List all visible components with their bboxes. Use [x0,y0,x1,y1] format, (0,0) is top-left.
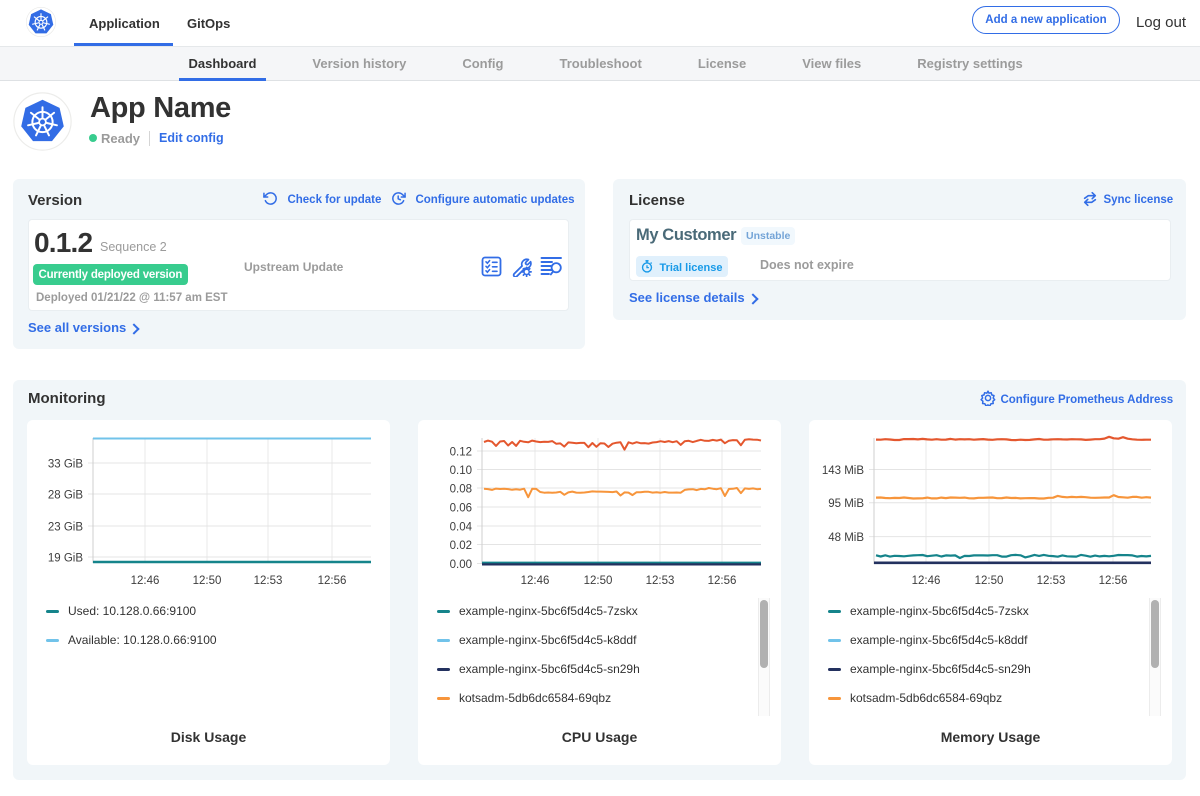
svg-text:23 GiB: 23 GiB [48,522,83,534]
svg-text:12:46: 12:46 [521,575,550,587]
svg-text:12:53: 12:53 [254,575,283,587]
svg-text:0.00: 0.00 [450,559,472,571]
svg-text:12:56: 12:56 [318,575,347,587]
svg-text:0.10: 0.10 [450,465,472,477]
svg-text:19 GiB: 19 GiB [48,553,83,565]
svg-text:0.12: 0.12 [450,447,472,459]
svg-text:12:46: 12:46 [131,575,160,587]
svg-text:12:56: 12:56 [708,575,737,587]
svg-text:95 MiB: 95 MiB [828,498,864,510]
svg-text:48 MiB: 48 MiB [828,532,864,544]
svg-text:0.06: 0.06 [450,503,472,515]
svg-text:12:53: 12:53 [646,575,675,587]
svg-text:33 GiB: 33 GiB [48,459,83,471]
svg-text:12:50: 12:50 [193,575,222,587]
svg-text:12:50: 12:50 [584,575,613,587]
svg-text:28 GiB: 28 GiB [48,490,83,502]
svg-text:12:46: 12:46 [912,575,941,587]
svg-text:12:53: 12:53 [1037,575,1066,587]
svg-text:0.02: 0.02 [450,540,472,552]
svg-text:143 MiB: 143 MiB [822,465,865,477]
svg-text:12:50: 12:50 [975,575,1004,587]
svg-text:12:56: 12:56 [1099,575,1128,587]
svg-text:0.04: 0.04 [450,522,473,534]
svg-text:0.08: 0.08 [450,484,472,496]
